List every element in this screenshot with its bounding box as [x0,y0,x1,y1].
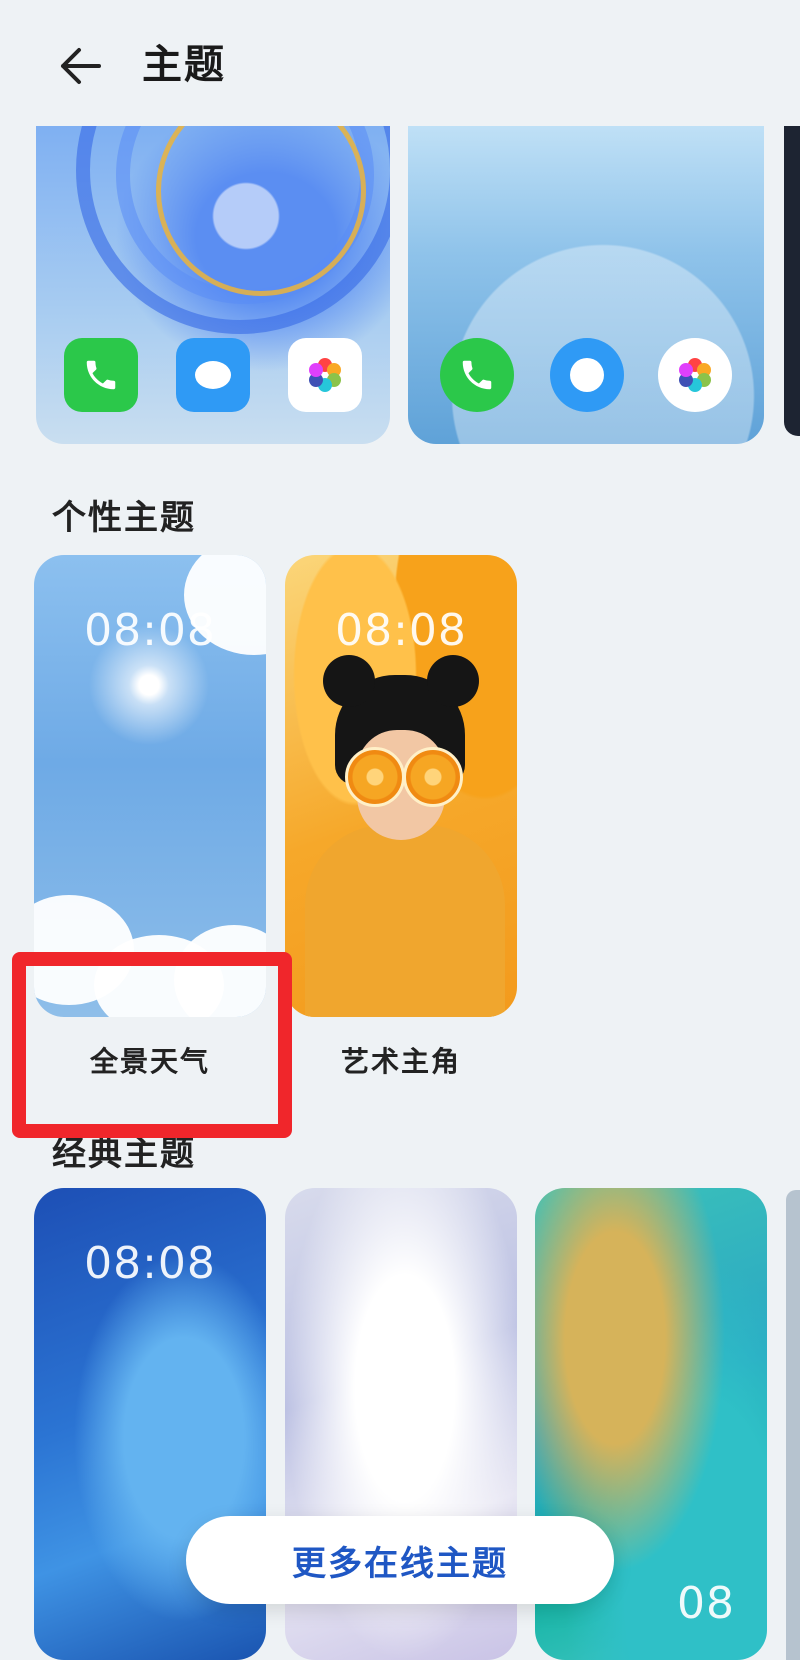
page-title: 主题 [142,42,226,88]
theme-card-art[interactable]: 08:08 [285,555,517,1017]
theme-card-top-1[interactable] [36,126,390,444]
next-card-preview [784,126,800,436]
arrow-left-icon [61,48,101,84]
more-online-themes-label: 更多在线主题 [292,1543,508,1584]
figure-body [305,825,505,1017]
orange-slice-icon [345,747,405,807]
next-card-preview [786,1190,800,1660]
clock-preview: 08:08 [84,1238,216,1289]
highlight-box [12,952,292,1138]
theme-card-top-2[interactable] [408,126,764,444]
back-button[interactable] [52,38,108,94]
orange-slice-icon [403,747,463,807]
theme-name-art: 艺术主角 [340,1045,461,1078]
figure-bun [323,655,375,707]
phone-icon [64,338,138,412]
gallery-icon [658,338,732,412]
phone-icon [440,338,514,412]
clock-preview: 08:08 [335,605,467,656]
gallery-icon [288,338,362,412]
theme-card-weather[interactable]: 08:08 [34,555,266,1017]
section-title-personal: 个性主题 [52,498,196,538]
message-icon [550,338,624,412]
figure-bun [427,655,479,707]
more-online-themes-button[interactable]: 更多在线主题 [186,1516,614,1604]
message-icon [176,338,250,412]
